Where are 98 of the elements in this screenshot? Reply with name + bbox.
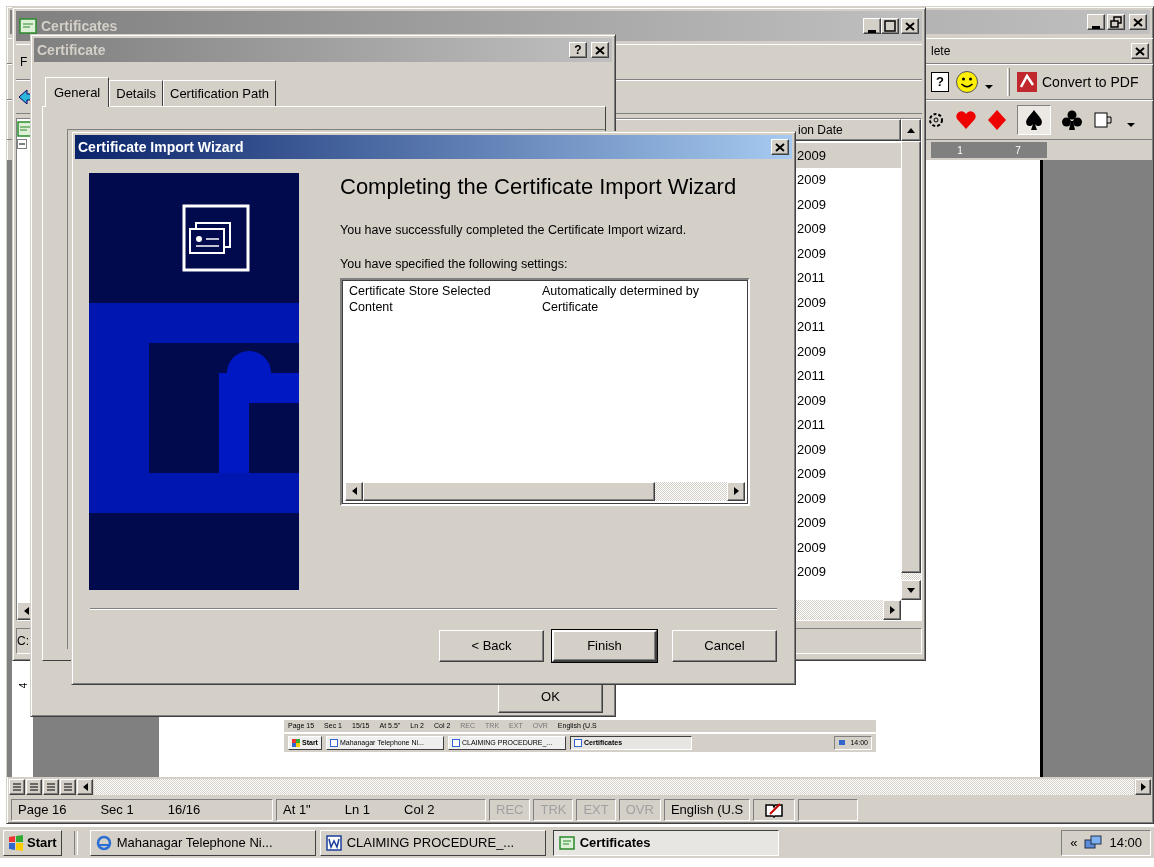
arrow-left-icon	[82, 783, 88, 791]
setting-value: Certificate	[542, 298, 599, 315]
smiley-icon	[955, 70, 979, 94]
back-arrow-icon[interactable]	[18, 89, 32, 105]
windows-logo-icon	[8, 834, 24, 851]
menu-item[interactable]: lete	[931, 42, 951, 60]
taskbar-button[interactable]: Mahanagar Telephone Ni...	[89, 829, 316, 856]
tab[interactable]: Details	[109, 79, 163, 106]
pdf-icon	[1016, 71, 1038, 93]
restore-button[interactable]	[1107, 14, 1125, 30]
certificate-icon	[558, 834, 575, 851]
close-button[interactable]	[771, 139, 789, 155]
setting-name: Content	[349, 298, 394, 315]
help-button[interactable]: ?	[569, 42, 587, 58]
caret-icon	[1127, 122, 1135, 128]
collapse-icon[interactable]	[17, 139, 27, 149]
caret-icon	[985, 84, 993, 90]
status-field: At 1"	[283, 800, 311, 820]
help-icon[interactable]: ?	[931, 72, 949, 92]
scroll-right-button[interactable]	[1135, 779, 1151, 795]
arrow-down-icon	[907, 587, 915, 593]
arrow-right-icon	[1140, 783, 1146, 791]
tab[interactable]: Certification Path	[163, 79, 276, 106]
scroll-right-button[interactable]	[883, 600, 901, 620]
status-field: English (U.S	[670, 800, 744, 820]
document-icon	[325, 834, 342, 851]
scroll-left-button[interactable]	[77, 779, 93, 795]
wizard-message: You have successfully completed the Certificate Import wizard.	[340, 222, 688, 238]
restore-icon	[1108, 15, 1124, 29]
scroll-left-button[interactable]	[345, 481, 363, 501]
windows-logo-icon	[292, 739, 300, 747]
close-button[interactable]	[1129, 14, 1147, 30]
club-icon[interactable]	[1061, 109, 1083, 131]
heart-icon	[955, 110, 977, 130]
clock: 14:00	[1109, 833, 1142, 852]
status-field: Page 16	[18, 800, 67, 820]
menu-item[interactable]: F	[20, 53, 28, 71]
scroll-right-button[interactable]	[727, 481, 745, 501]
status-pane	[798, 799, 859, 821]
scrollbar-thumb[interactable]	[901, 141, 921, 573]
certificate-icon	[19, 18, 37, 34]
wizard-heading: Completing the Certificate Import Wizard	[340, 173, 738, 201]
tab[interactable]: General	[45, 76, 110, 107]
close-document-button[interactable]	[1131, 43, 1149, 59]
maximize-icon	[882, 19, 898, 33]
column-header[interactable]: ion Date	[798, 121, 843, 139]
status-field: Col 2	[404, 800, 435, 820]
wizard-button[interactable]: Finish	[552, 630, 657, 662]
network-icon	[1083, 833, 1104, 852]
scrollbar-track	[901, 573, 921, 580]
scrollbar-thumb[interactable]	[363, 481, 655, 501]
close-button[interactable]	[591, 42, 609, 58]
settings-label: You have specified the following settings:	[340, 256, 569, 273]
globe-icon	[95, 834, 112, 851]
network-icon	[838, 739, 847, 747]
normal-view-icon[interactable]	[9, 779, 25, 795]
arrow-right-icon	[733, 487, 739, 496]
dialog-title: Certificate Import Wizard	[78, 137, 244, 157]
convert-to-pdf-button[interactable]: Convert to PDF	[1016, 71, 1139, 93]
minimize-icon	[868, 30, 876, 33]
window-title: Certificates	[41, 16, 118, 36]
scroll-up-button[interactable]	[901, 119, 921, 141]
outline-view-icon[interactable]	[60, 779, 76, 795]
app-icon	[451, 739, 460, 747]
status-field: Sec 1	[100, 800, 134, 820]
spade-icon[interactable]	[1023, 109, 1045, 131]
start-button[interactable]: Start	[3, 829, 62, 856]
status-field: Ln 1	[344, 800, 371, 820]
ruler-number: 1	[957, 143, 963, 158]
print-view-icon[interactable]	[43, 779, 59, 795]
taskbar-button[interactable]: Certificates	[552, 829, 779, 856]
app-icon	[573, 739, 582, 747]
gear-icon	[927, 110, 945, 130]
ruler-number: 7	[1015, 143, 1021, 158]
close-button[interactable]	[901, 18, 919, 34]
minimize-icon	[1092, 26, 1100, 29]
arrow-right-icon	[889, 606, 895, 614]
minimize-button[interactable]	[1087, 14, 1105, 30]
wizard-button[interactable]: Cancel	[672, 630, 777, 662]
maximize-button[interactable]	[881, 18, 899, 34]
app-icon	[329, 739, 338, 747]
minimize-button[interactable]	[863, 18, 881, 34]
tray-expand-button[interactable]: «	[1070, 832, 1078, 853]
scroll-down-button[interactable]	[901, 580, 921, 600]
web-view-icon[interactable]	[26, 779, 42, 795]
dialog-title: Certificate	[37, 40, 106, 60]
arrow-left-icon	[23, 607, 29, 615]
book-check-icon	[764, 802, 785, 818]
ruler-number: 4	[16, 681, 30, 691]
taskbar-button[interactable]: CLAIMING PROCEDURE_...	[319, 829, 546, 856]
arrow-left-icon	[351, 487, 357, 496]
arrow-up-icon	[907, 127, 915, 133]
settings-list[interactable]: Certificate Store Selected Automatically determined by Content Certificate	[340, 277, 750, 506]
status-field: 16/16	[167, 800, 201, 820]
setting-value: Automatically determined by	[542, 282, 700, 299]
wizard-button[interactable]: < Back	[439, 630, 544, 662]
diamond-icon	[987, 109, 1007, 131]
setting-name: Certificate Store Selected	[349, 282, 492, 299]
